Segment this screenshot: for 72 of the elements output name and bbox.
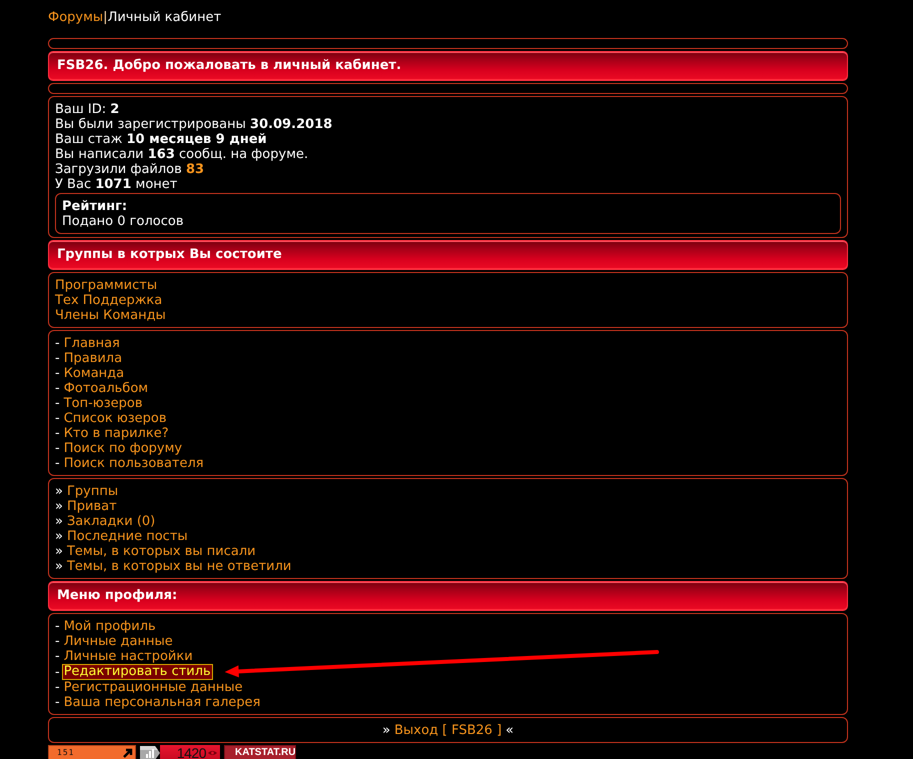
- menu-link[interactable]: Редактировать стиль: [62, 664, 213, 680]
- bullet-text: -: [55, 695, 60, 710]
- logout-link[interactable]: Выход [ FSB26 ]: [394, 723, 502, 738]
- section-header: Группы в котрых Вы состоите: [48, 240, 848, 270]
- menu-link[interactable]: Последние посты: [66, 529, 188, 544]
- menu-link[interactable]: Регистрационные данные: [64, 680, 243, 695]
- counter-value: 1420: [176, 746, 206, 759]
- bullet-text: -: [55, 680, 60, 695]
- menu-link[interactable]: Правила: [64, 351, 122, 366]
- breadcrumb-current: Личный кабинет: [108, 10, 222, 26]
- bars-icon: [140, 746, 160, 759]
- hit-counter[interactable]: 151: [48, 745, 136, 759]
- bullet-text: »: [382, 723, 390, 738]
- menu-link[interactable]: Поиск пользователя: [64, 456, 204, 471]
- menu-link[interactable]: Личные настройки: [64, 649, 193, 664]
- bullet-text: -: [55, 366, 60, 381]
- menu-link[interactable]: Личные данные: [64, 634, 173, 649]
- info-text: У Вас 1071 монет: [55, 177, 178, 192]
- menu-link[interactable]: Темы, в которых вы не ответили: [66, 559, 292, 574]
- bullet-text: -: [55, 426, 60, 441]
- bullet-text: -: [55, 456, 60, 471]
- bullet-text: »: [55, 559, 63, 574]
- info-text: Вы написали 163 сообщ. на форуме.: [55, 147, 310, 162]
- breadcrumb-link[interactable]: Форумы: [48, 10, 104, 26]
- bullet-text: -: [55, 649, 60, 664]
- badge-label: KATSTAT.RU: [235, 746, 296, 758]
- bullet-text: -: [55, 351, 60, 366]
- view-counter[interactable]: 1420: [140, 745, 220, 759]
- bullet-text: «: [506, 723, 514, 738]
- breadcrumb-separator: |: [103, 10, 108, 26]
- menu-link[interactable]: Ваша персональная галерея: [64, 695, 260, 710]
- bullet-text: »: [55, 529, 63, 544]
- menu-link[interactable]: Закладки (0): [66, 514, 156, 529]
- menu-link[interactable]: Программисты: [55, 278, 158, 293]
- menu-link[interactable]: Тех Поддержка: [55, 293, 162, 308]
- section-header: Меню профиля:: [48, 581, 848, 611]
- bullet-text: -: [55, 634, 60, 649]
- bullet-text: »: [55, 514, 63, 529]
- menu-link[interactable]: Кто в парилке?: [64, 426, 169, 441]
- menu-link[interactable]: Приват: [66, 499, 117, 514]
- info-text: Загрузили файлов 83: [55, 162, 206, 177]
- menu-link[interactable]: Поиск по форуму: [64, 441, 182, 456]
- menu-link[interactable]: Список юзеров: [64, 411, 167, 426]
- arrow-icon: [123, 748, 133, 758]
- bullet-text: -: [55, 411, 60, 426]
- bullet-text: »: [55, 544, 63, 559]
- bullet-text: -: [55, 396, 60, 411]
- info-text: Ваш ID: 2: [55, 102, 120, 117]
- menu-link[interactable]: Фотоальбом: [64, 381, 148, 396]
- stats-badge[interactable]: KATSTAT.RU: [224, 745, 296, 759]
- menu-link[interactable]: Группы: [66, 484, 118, 499]
- menu-link[interactable]: Члены Команды: [55, 308, 166, 323]
- counter-value: 151: [57, 748, 74, 758]
- menu-link[interactable]: Топ-юзеров: [64, 396, 143, 411]
- files-count-link[interactable]: 83: [186, 162, 204, 177]
- section-header: FSB26. Добро пожаловать в личный кабинет.: [48, 51, 848, 81]
- bullet-text: -: [55, 336, 60, 351]
- rating-title: Рейтинг:: [62, 199, 128, 214]
- menu-link[interactable]: Мой профиль: [64, 619, 156, 634]
- bullet-text: -: [55, 619, 60, 634]
- info-text: Вы были зарегистрированы 30.09.2018: [55, 117, 334, 132]
- bullet-text: -: [55, 381, 60, 396]
- info-text: Ваш стаж 10 месяцев 9 дней: [55, 132, 268, 147]
- menu-link[interactable]: Темы, в которых вы писали: [66, 544, 256, 559]
- eye-icon: [208, 750, 217, 756]
- bullet-text: »: [55, 499, 63, 514]
- bullet-text: -: [55, 664, 60, 680]
- bullet-text: »: [55, 484, 63, 499]
- rating-text: Подано 0 голосов: [62, 214, 184, 229]
- menu-link[interactable]: Команда: [64, 366, 124, 381]
- bullet-text: -: [55, 441, 60, 456]
- menu-link[interactable]: Главная: [64, 336, 120, 351]
